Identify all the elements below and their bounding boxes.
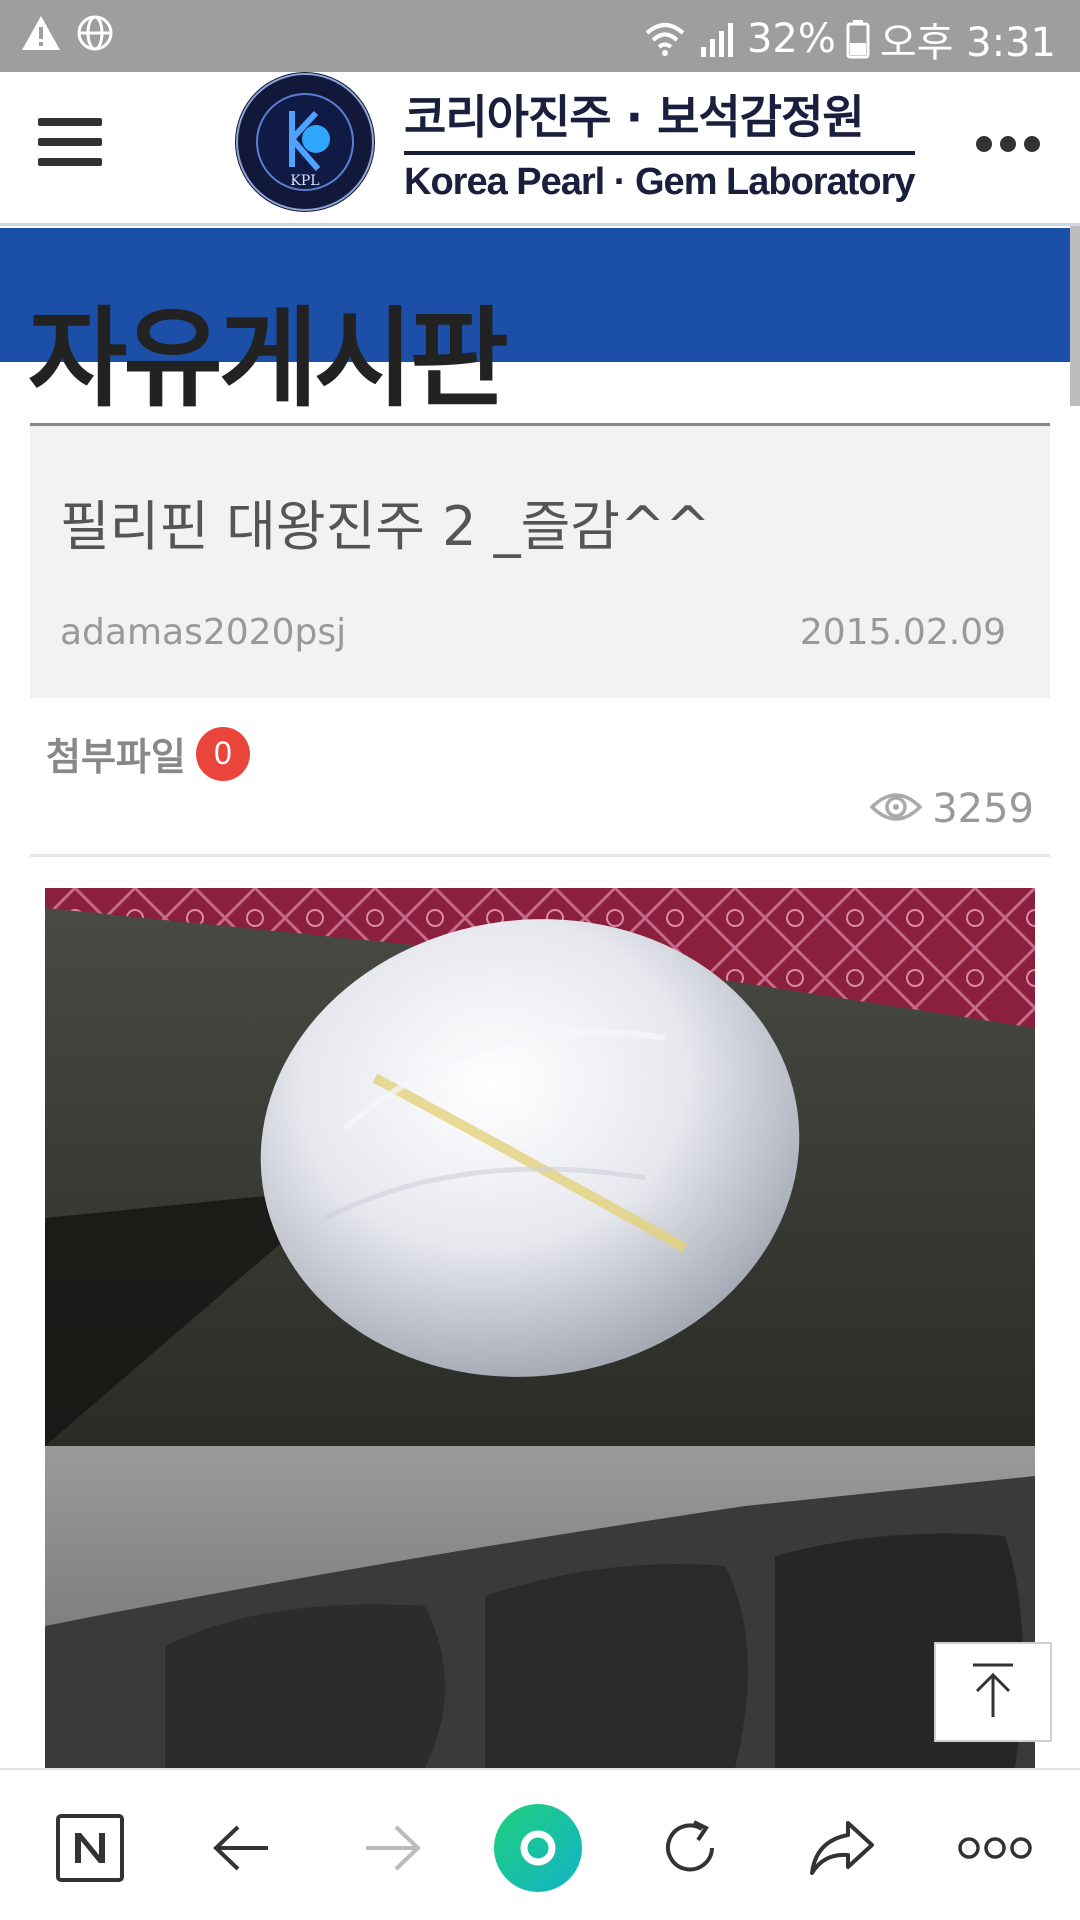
header-more-button[interactable] bbox=[976, 136, 1040, 152]
clock: 오후 3:31 bbox=[879, 20, 1056, 66]
reload-icon bbox=[666, 1820, 714, 1872]
board-title: 자유게시판 bbox=[28, 297, 509, 422]
attachment-label: 첨부파일 bbox=[46, 735, 186, 779]
browser-more-button[interactable] bbox=[950, 1808, 1040, 1888]
status-bar: 32% 오후 3:31 bbox=[0, 0, 1080, 72]
content-divider bbox=[30, 854, 1050, 857]
battery-percent: 32% bbox=[746, 16, 836, 62]
naver-n-icon bbox=[56, 1814, 124, 1882]
forward-button[interactable] bbox=[352, 1808, 432, 1888]
post-image-pearl[interactable] bbox=[45, 888, 1035, 1446]
site-header: KPL 코리아진주 · 보석감정원 Korea Pearl · Gem Labo… bbox=[0, 72, 1080, 226]
green-home-button[interactable] bbox=[490, 1800, 586, 1896]
warning-icon bbox=[20, 14, 62, 52]
green-ring-icon bbox=[494, 1804, 582, 1892]
logo-korean-name: 코리아진주 · 보석감정원 bbox=[404, 81, 915, 155]
battery-icon bbox=[846, 19, 870, 59]
view-count: 3259 bbox=[869, 786, 1034, 832]
hamburger-menu-button[interactable] bbox=[38, 118, 102, 178]
dot bbox=[1000, 136, 1016, 152]
arrow-left-icon bbox=[213, 1825, 268, 1871]
menu-line bbox=[38, 158, 102, 166]
kpl-emblem-icon: KPL bbox=[235, 72, 375, 212]
wifi-icon bbox=[643, 19, 687, 59]
logo-english-name: Korea Pearl · Gem Laboratory bbox=[404, 160, 916, 203]
page-scrollbar[interactable] bbox=[1070, 226, 1080, 406]
share-icon bbox=[810, 1821, 874, 1875]
arrow-right-icon bbox=[366, 1825, 421, 1871]
reload-button[interactable] bbox=[650, 1808, 730, 1888]
attachment-toggle[interactable]: 첨부파일 0 bbox=[46, 726, 250, 781]
menu-line bbox=[38, 138, 102, 146]
scroll-to-top-button[interactable] bbox=[934, 1642, 1052, 1742]
back-button[interactable] bbox=[202, 1808, 282, 1888]
post-title: 필리핀 대왕진주 2 _즐감^^ bbox=[60, 495, 711, 558]
post-image-sofa[interactable] bbox=[45, 1446, 1035, 1768]
naver-home-button[interactable] bbox=[50, 1808, 130, 1888]
post-header: 필리핀 대왕진주 2 _즐감^^ adamas2020psj 2015.02.0… bbox=[30, 423, 1050, 698]
site-logo[interactable]: KPL 코리아진주 · 보석감정원 Korea Pearl · Gem Labo… bbox=[232, 72, 916, 212]
dot bbox=[1024, 136, 1040, 152]
view-count-value: 3259 bbox=[932, 786, 1034, 832]
menu-line bbox=[38, 118, 102, 126]
emblem-text: KPL bbox=[290, 173, 319, 189]
post-date: 2015.02.09 bbox=[799, 612, 1006, 653]
share-button[interactable] bbox=[802, 1808, 882, 1888]
eye-icon bbox=[869, 789, 923, 830]
post-author[interactable]: adamas2020psj bbox=[60, 612, 346, 653]
globe-icon bbox=[76, 14, 114, 52]
signal-icon bbox=[697, 19, 737, 59]
dot bbox=[976, 136, 992, 152]
browser-toolbar bbox=[0, 1768, 1080, 1920]
more-icon bbox=[958, 1837, 1032, 1859]
arrow-to-top-icon bbox=[969, 1661, 1017, 1724]
attachment-count-badge: 0 bbox=[195, 726, 250, 781]
